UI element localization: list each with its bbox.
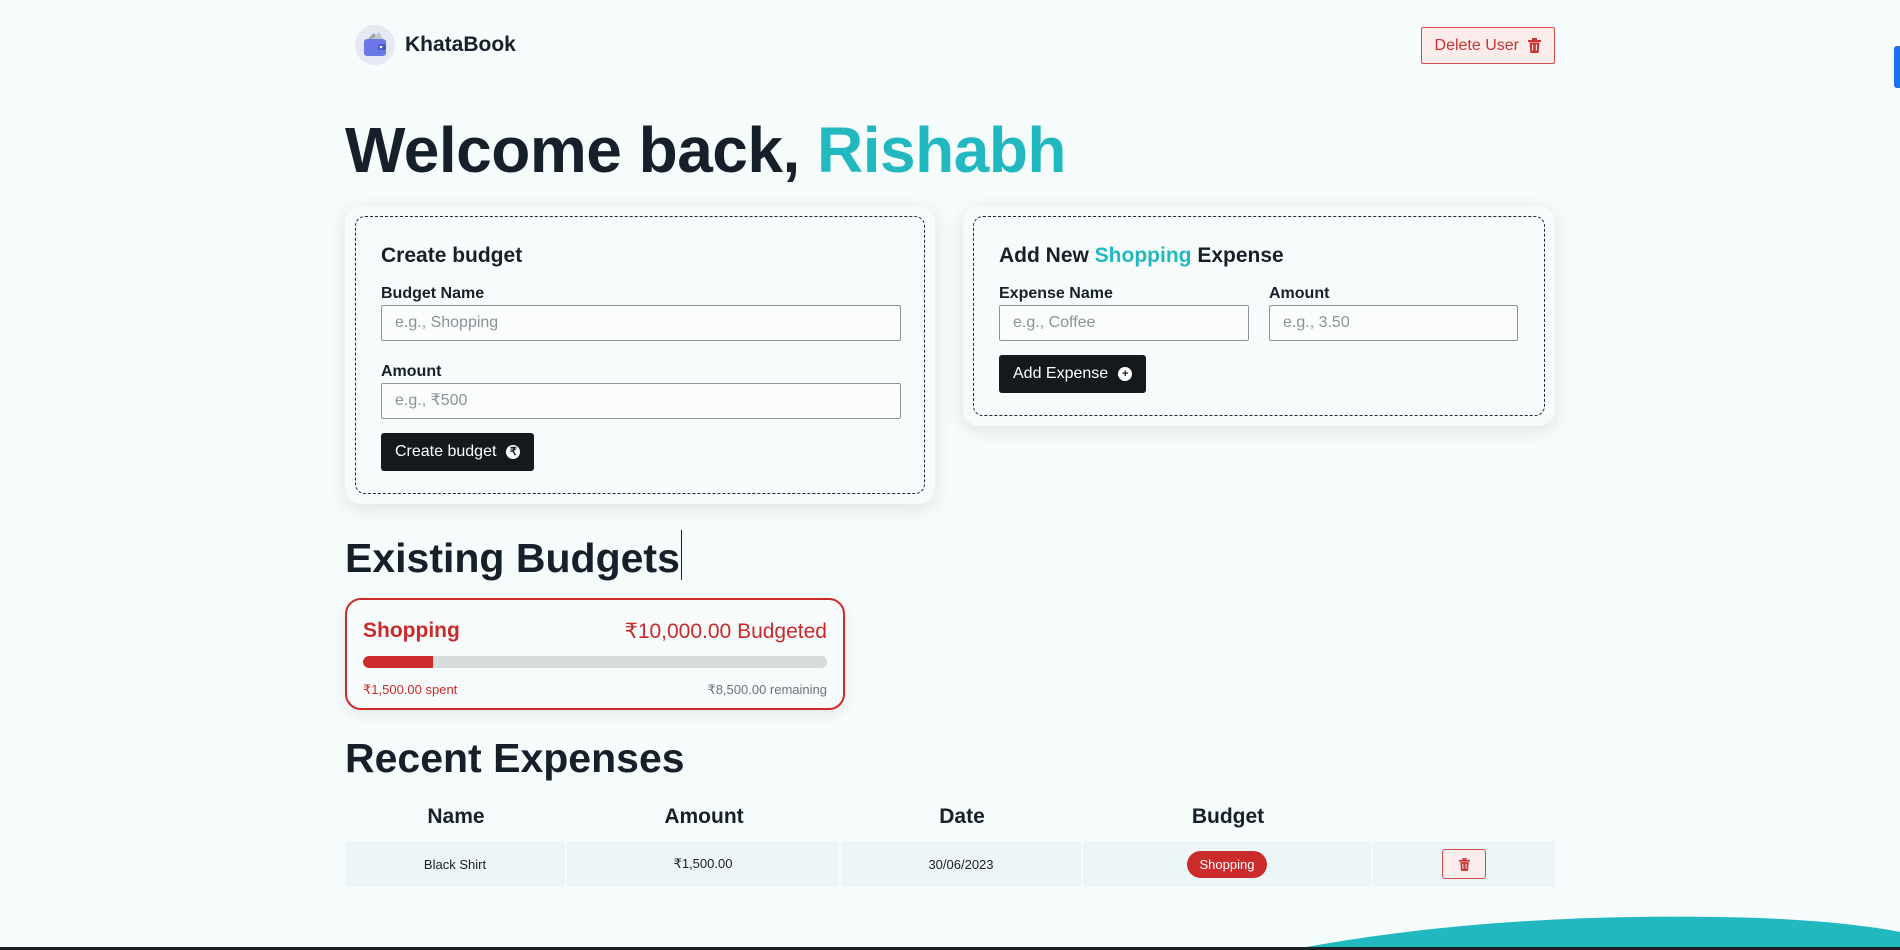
decorative-wave xyxy=(0,916,1900,950)
create-budget-card: Create budget Budget Name Amount Create … xyxy=(345,206,935,504)
expense-amount-label: Amount xyxy=(1269,285,1330,302)
wallet-logo-icon xyxy=(355,25,395,65)
budget-card-remaining: ₹8,500.00 remaining xyxy=(707,682,827,697)
add-expense-title-prefix: Add New xyxy=(999,244,1095,267)
welcome-heading: Welcome back, Rishabh xyxy=(345,113,1066,187)
add-expense-form: Add New Shopping Expense Expense Name Am… xyxy=(973,216,1545,416)
add-expense-title: Add New Shopping Expense xyxy=(999,244,1284,268)
plus-circle-icon: + xyxy=(1118,367,1133,381)
expense-name-cell: Black Shirt xyxy=(345,841,567,887)
delete-expense-button[interactable] xyxy=(1442,849,1486,879)
budget-amount-input[interactable] xyxy=(381,383,901,419)
add-expense-button-label: Add Expense xyxy=(1013,365,1109,382)
column-header-budget: Budget xyxy=(1191,805,1265,828)
existing-budgets-heading-text: Existing Budgets xyxy=(345,535,680,581)
brand-name: KhataBook xyxy=(405,33,516,56)
budget-pill-link[interactable]: Shopping xyxy=(1186,850,1268,878)
table-header: Name Amount Date Budget xyxy=(345,805,1555,835)
create-budget-title: Create budget xyxy=(381,244,523,267)
budget-card[interactable]: Shopping ₹10,000.00 Budgeted ₹1,500.00 s… xyxy=(345,598,845,710)
column-header-date: Date xyxy=(939,805,985,828)
welcome-prefix: Welcome back, xyxy=(345,114,818,186)
create-budget-button[interactable]: Create budget ₹ xyxy=(381,433,535,471)
add-expense-title-budget: Shopping xyxy=(1094,244,1192,267)
column-header-amount: Amount xyxy=(664,805,744,828)
table-row: Black Shirt ₹1,500.00 30/06/2023 Shoppin… xyxy=(345,841,1555,887)
column-header-name: Name xyxy=(427,805,485,828)
welcome-username: Rishabh xyxy=(817,114,1066,186)
budget-card-spent: ₹1,500.00 spent xyxy=(363,682,458,697)
expense-budget-cell: Shopping xyxy=(1083,841,1373,887)
add-expense-card: Add New Shopping Expense Expense Name Am… xyxy=(963,206,1555,426)
create-budget-form: Create budget Budget Name Amount Create … xyxy=(355,216,925,494)
budget-card-name: Shopping xyxy=(363,619,460,642)
create-budget-button-label: Create budget xyxy=(395,443,497,460)
delete-user-label: Delete User xyxy=(1434,36,1519,54)
budget-name-label: Budget Name xyxy=(381,285,485,302)
currency-icon: ₹ xyxy=(506,445,521,459)
expenses-table: Name Amount Date Budget Black Shirt ₹1,5… xyxy=(345,805,1555,887)
header: KhataBook Delete User xyxy=(345,22,1555,72)
expense-name-label: Expense Name xyxy=(999,285,1113,302)
text-cursor xyxy=(680,530,683,580)
expense-date-cell: 30/06/2023 xyxy=(841,841,1083,887)
budget-progress-bar xyxy=(363,656,827,668)
budget-name-input[interactable] xyxy=(381,305,901,341)
existing-budgets-heading: Existing Budgets xyxy=(345,530,683,582)
add-expense-title-suffix: Expense xyxy=(1191,244,1284,267)
expense-name-input[interactable] xyxy=(999,305,1249,341)
delete-user-button[interactable]: Delete User xyxy=(1420,27,1555,64)
budget-amount-label: Amount xyxy=(381,363,442,380)
trash-icon xyxy=(1528,38,1541,53)
expense-actions-cell xyxy=(1373,841,1555,887)
scrollbar-thumb[interactable] xyxy=(1894,46,1900,88)
expense-amount-cell: ₹1,500.00 xyxy=(567,841,841,887)
budget-card-budgeted: ₹10,000.00 Budgeted xyxy=(624,620,827,643)
column-header-actions xyxy=(1373,805,1555,835)
add-expense-button[interactable]: Add Expense + xyxy=(999,355,1147,393)
expense-amount-input[interactable] xyxy=(1269,305,1518,341)
trash-icon xyxy=(1458,857,1470,871)
brand[interactable]: KhataBook xyxy=(355,25,516,65)
budget-progress-fill xyxy=(363,656,433,668)
recent-expenses-heading: Recent Expenses xyxy=(345,735,685,781)
